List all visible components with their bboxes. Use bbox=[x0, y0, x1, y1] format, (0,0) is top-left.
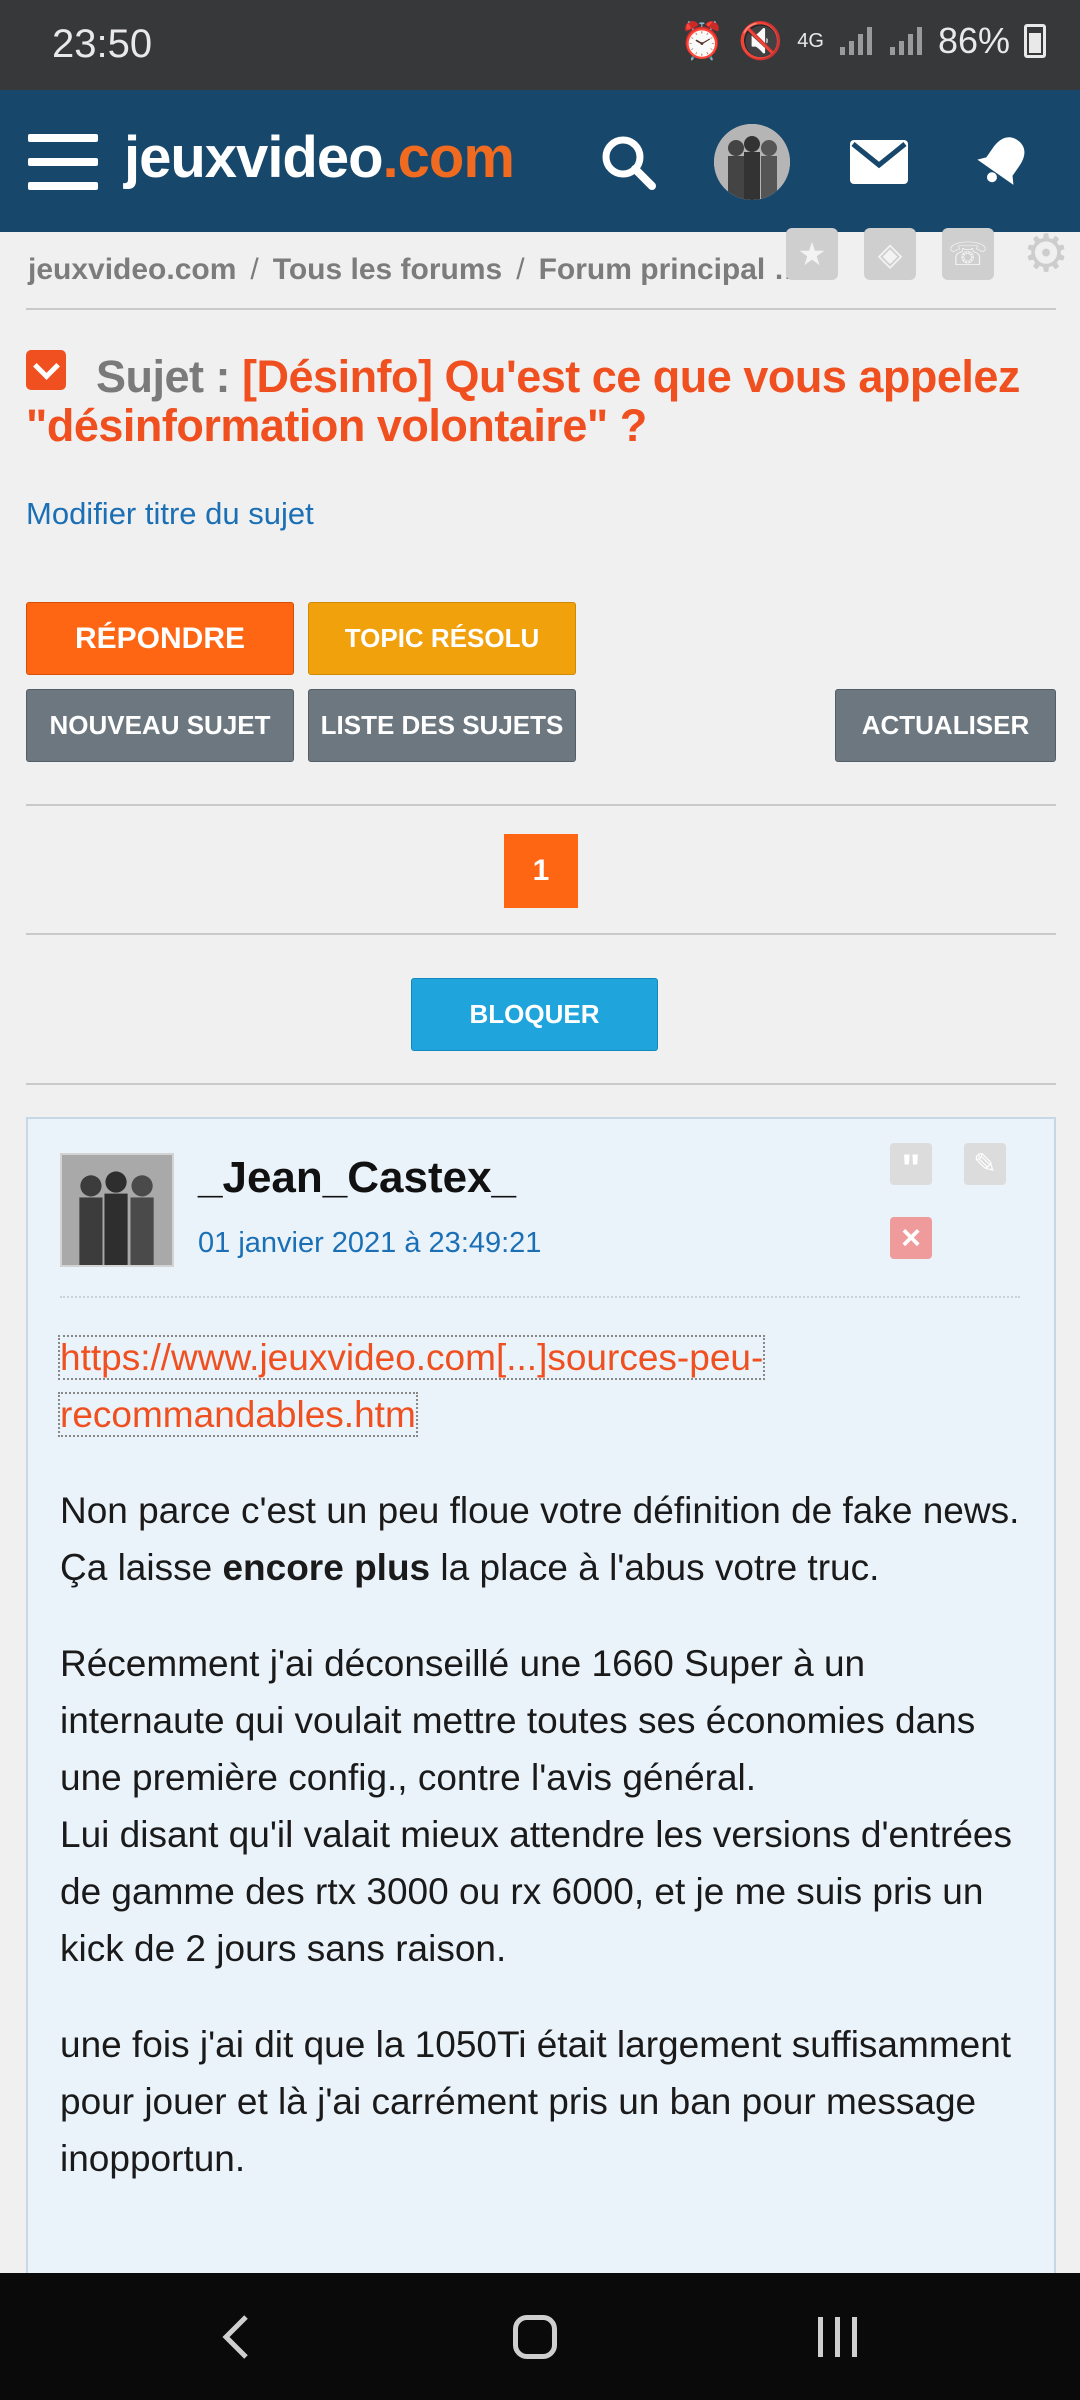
battery-icon bbox=[1024, 24, 1046, 58]
author-avatar[interactable] bbox=[60, 1153, 174, 1267]
menu-icon[interactable] bbox=[28, 134, 98, 190]
network-label: 4G bbox=[797, 29, 824, 52]
topic-list-button[interactable]: LISTE DES SUJETS bbox=[308, 689, 576, 762]
post-date[interactable]: 01 janvier 2021 à 23:49:21 bbox=[198, 1227, 541, 1260]
chevron-down-icon[interactable] bbox=[26, 350, 66, 390]
divider bbox=[26, 308, 1056, 310]
post-link[interactable]: https://www.jeuxvideo.com[...]sources-pe… bbox=[57, 1335, 766, 1437]
post-bold-text: encore plus bbox=[222, 1547, 431, 1588]
post-separator bbox=[60, 1296, 1020, 1298]
quote-icon[interactable]: " bbox=[890, 1143, 932, 1191]
notification-bell-icon[interactable] bbox=[974, 130, 1034, 190]
forum-post: _Jean_Castex_ 01 janvier 2021 à 23:49:21… bbox=[26, 1117, 1056, 2277]
divider bbox=[26, 804, 1056, 806]
post-text: Ça laisse bbox=[60, 1547, 223, 1588]
modify-title-link[interactable]: Modifier titre du sujet bbox=[26, 496, 314, 532]
refresh-button[interactable]: ACTUALISER bbox=[835, 689, 1056, 762]
post-text: Non parce c'est un peu floue votre défin… bbox=[60, 1490, 1020, 1531]
post-text: Récemment j'ai déconseillé une 1660 Supe… bbox=[60, 1643, 976, 1798]
status-icons: ⏰ 🔇 4G 86% bbox=[680, 20, 1046, 62]
follow-icon[interactable]: ◈ bbox=[864, 228, 916, 280]
search-icon[interactable] bbox=[598, 132, 658, 192]
post-text: Lui disant qu'il valait mieux attendre l… bbox=[60, 1814, 1012, 1969]
notify-icon[interactable]: ☏ bbox=[942, 228, 994, 280]
alarm-icon: ⏰ bbox=[679, 20, 725, 61]
recent-apps-icon[interactable] bbox=[818, 2317, 857, 2357]
topic-tools: ★ ◈ ☏ ⚙ bbox=[786, 225, 1072, 283]
post-author[interactable]: _Jean_Castex_ bbox=[198, 1153, 516, 1203]
system-nav-bar bbox=[0, 2273, 1080, 2400]
site-logo[interactable]: jeuxvideo.com bbox=[124, 124, 515, 191]
battery-level: 86% bbox=[937, 20, 1010, 61]
divider bbox=[26, 1083, 1056, 1085]
delete-icon[interactable]: × bbox=[890, 1217, 932, 1259]
topic-solved-button[interactable]: TOPIC RÉSOLU bbox=[308, 602, 576, 675]
new-topic-button[interactable]: NOUVEAU SUJET bbox=[26, 689, 294, 762]
breadcrumb-all-forums[interactable]: Tous les forums bbox=[273, 253, 502, 287]
mail-icon[interactable] bbox=[850, 140, 908, 184]
post-body: https://www.jeuxvideo.com[...]sources-pe… bbox=[57, 1329, 1030, 2226]
page-number-current[interactable]: 1 bbox=[504, 834, 578, 908]
post-text: la place à l'abus votre truc. bbox=[430, 1547, 880, 1588]
topic-label: Sujet : bbox=[96, 351, 231, 402]
status-time: 23:50 bbox=[52, 22, 153, 66]
breadcrumb-home[interactable]: jeuxvideo.com bbox=[28, 253, 236, 287]
user-avatar[interactable] bbox=[714, 124, 790, 200]
signal-icon-2 bbox=[889, 27, 922, 55]
divider bbox=[26, 933, 1056, 935]
mute-icon: 🔇 bbox=[738, 20, 784, 61]
topic-heading: Sujet : [Désinfo] Qu'est ce que vous app… bbox=[26, 350, 1056, 450]
home-icon[interactable] bbox=[513, 2315, 557, 2359]
edit-icon[interactable]: ✎ bbox=[964, 1143, 1006, 1185]
breadcrumb-forum[interactable]: Forum principal Informatique bbox=[539, 253, 809, 287]
block-button[interactable]: BLOQUER bbox=[411, 978, 658, 1051]
back-icon[interactable] bbox=[216, 2313, 256, 2361]
gear-icon[interactable]: ⚙ bbox=[1020, 225, 1072, 283]
app-header: jeuxvideo.com bbox=[0, 90, 1080, 232]
signal-icon bbox=[839, 27, 872, 55]
star-icon[interactable]: ★ bbox=[786, 228, 838, 280]
reply-button[interactable]: RÉPONDRE bbox=[26, 602, 294, 675]
breadcrumb-separator: / bbox=[516, 253, 525, 286]
status-bar: 23:50 ⏰ 🔇 4G 86% bbox=[0, 0, 1080, 90]
post-text: une fois j'ai dit que la 1050Ti était la… bbox=[60, 2024, 1012, 2179]
breadcrumb-separator: / bbox=[250, 253, 259, 286]
